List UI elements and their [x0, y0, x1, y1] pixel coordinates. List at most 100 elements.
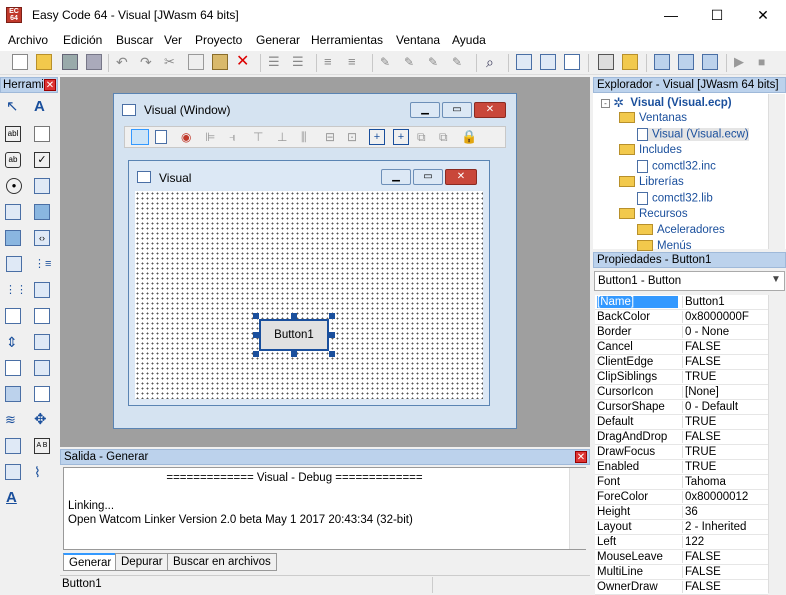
center-horizontal-icon[interactable]: ⫼	[301, 130, 307, 145]
property-row[interactable]: Left 122	[595, 535, 768, 550]
property-value[interactable]: FALSE	[682, 581, 721, 593]
code-editor-icon[interactable]	[155, 130, 167, 144]
tab-tool-icon[interactable]	[34, 282, 50, 298]
save-all-icon[interactable]	[86, 54, 102, 70]
rebar-tool-icon[interactable]: ≋	[5, 412, 21, 428]
syslink-tool-icon[interactable]: A	[6, 490, 22, 506]
property-value[interactable]: Button1	[682, 296, 725, 308]
resize-handle[interactable]	[291, 351, 297, 357]
property-row[interactable]: CursorShape 0 - Default	[595, 400, 768, 415]
resize-handle[interactable]	[291, 313, 297, 319]
menu-archivo[interactable]: Archivo	[8, 33, 48, 47]
property-value[interactable]: 0x80000012	[682, 491, 748, 503]
comment-icon[interactable]: ≡	[324, 54, 340, 70]
property-row[interactable]: Default TRUE	[595, 415, 768, 430]
new-file-icon[interactable]	[12, 54, 28, 70]
tab-depurar[interactable]: Depurar	[115, 553, 169, 571]
menu-ventana[interactable]: Ventana	[396, 33, 440, 47]
align-right-icon[interactable]: ⫣	[229, 130, 236, 145]
cut-icon[interactable]: ✂	[164, 54, 180, 70]
uncomment-icon[interactable]: ≡	[348, 54, 364, 70]
document-icon[interactable]	[564, 54, 580, 70]
close-icon[interactable]: ✕	[445, 169, 477, 185]
tree-item[interactable]: Ventanas	[619, 112, 687, 124]
resize-handle[interactable]	[253, 313, 259, 319]
tab-buscar-en-archivos[interactable]: Buscar en archivos	[167, 553, 277, 571]
project-properties-icon[interactable]	[598, 54, 614, 70]
align-bottom-icon[interactable]: ⊥	[277, 130, 287, 144]
stop-icon[interactable]: ■	[758, 54, 774, 70]
send-back-icon[interactable]: ⧉	[439, 130, 448, 145]
menu-generar[interactable]: Generar	[256, 33, 300, 47]
menu-buscar[interactable]: Buscar	[116, 33, 153, 47]
align-left-icon[interactable]: ⊫	[205, 130, 215, 144]
ipaddress-tool-icon[interactable]: ✥	[34, 412, 50, 428]
align-top-icon[interactable]: ⊤	[253, 130, 263, 144]
copy-icon[interactable]	[188, 54, 204, 70]
property-row[interactable]: CursorIcon [None]	[595, 385, 768, 400]
delete-icon[interactable]: ✕	[236, 54, 252, 70]
tree-item[interactable]: Includes	[619, 144, 682, 156]
property-value[interactable]: 0 - Default	[682, 401, 738, 413]
tree-item[interactable]: Visual (Visual.ecw)	[637, 128, 749, 141]
property-row[interactable]: ClipSiblings TRUE	[595, 370, 768, 385]
resize-handle[interactable]	[329, 313, 335, 319]
property-row[interactable]: ClientEdge FALSE	[595, 355, 768, 370]
property-value[interactable]: 0x8000000F	[682, 311, 749, 323]
rebuild-icon[interactable]	[678, 54, 694, 70]
calendar-tool-icon[interactable]	[34, 126, 50, 142]
image-tool-icon[interactable]	[5, 230, 21, 246]
menu-ver[interactable]: Ver	[164, 33, 182, 47]
redo-icon[interactable]: ↷	[140, 54, 156, 70]
resize-handle[interactable]	[253, 332, 259, 338]
splitter-tool-icon[interactable]: ⇕	[6, 334, 22, 350]
listbox-tool-icon[interactable]	[5, 204, 21, 220]
property-value[interactable]: [None]	[682, 386, 719, 398]
toolbar-tool-icon[interactable]	[34, 360, 50, 376]
find-icon[interactable]: ⌕	[486, 54, 502, 70]
animation-tool-icon[interactable]	[34, 334, 50, 350]
updown-tool-icon[interactable]: ‹›	[34, 230, 50, 246]
code-view-icon[interactable]	[540, 54, 556, 70]
minimize-button[interactable]: —	[648, 0, 694, 31]
bookmark-prev-icon[interactable]: ✎	[428, 54, 444, 70]
close-icon[interactable]: ✕	[44, 79, 56, 91]
property-value[interactable]: 2 - Inherited	[682, 521, 746, 533]
property-row[interactable]: Height 36	[595, 505, 768, 520]
scrollbar-tool-icon[interactable]	[6, 256, 22, 272]
property-value[interactable]: TRUE	[682, 371, 716, 383]
radio-tool-icon[interactable]: ●	[6, 178, 22, 194]
richedit-tool-icon[interactable]	[34, 386, 50, 402]
property-row[interactable]: Layout 2 - Inherited	[595, 520, 768, 535]
output-text[interactable]: ============= Visual - Debug ===========…	[63, 467, 586, 550]
tab-generar[interactable]: Generar	[63, 553, 118, 571]
property-value[interactable]: TRUE	[682, 446, 716, 458]
treeview-tool-icon[interactable]: ⋮≡	[34, 256, 51, 272]
checkbox-tool-icon[interactable]: ✓	[34, 152, 50, 168]
tree-item[interactable]: Aceleradores	[637, 224, 725, 236]
resize-handle[interactable]	[329, 351, 335, 357]
property-value[interactable]: 36	[682, 506, 698, 518]
record-icon[interactable]: ◉	[181, 130, 195, 144]
project-explorer-icon[interactable]	[622, 54, 638, 70]
indent-icon[interactable]: ☰	[268, 54, 284, 70]
button1-control[interactable]: Button1	[259, 319, 329, 351]
minimize-icon[interactable]: ▁	[410, 102, 440, 118]
property-row[interactable]: DrawFocus TRUE	[595, 445, 768, 460]
combobox-tool-icon[interactable]	[34, 178, 50, 194]
center-window-h-icon[interactable]: +	[369, 129, 385, 145]
pager-tool-icon[interactable]	[5, 438, 21, 454]
lock-icon[interactable]: 🔒	[461, 129, 477, 145]
property-value[interactable]: 0 - None	[682, 326, 729, 338]
object-selector[interactable]: Button1 - Button ▼	[594, 271, 785, 291]
menu-proyecto[interactable]: Proyecto	[195, 33, 242, 47]
tree-item[interactable]: Menús	[637, 240, 692, 252]
menu-ayuda[interactable]: Ayuda	[452, 33, 486, 47]
property-value[interactable]: TRUE	[682, 416, 716, 428]
bookmark-next-icon[interactable]: ✎	[404, 54, 420, 70]
property-row[interactable]: Font Tahoma	[595, 475, 768, 490]
minimize-icon[interactable]: ▁	[381, 169, 411, 185]
link-tool-icon[interactable]: ⌇	[34, 464, 50, 480]
tree-item[interactable]: Librerías	[619, 176, 684, 188]
property-row[interactable]: Enabled TRUE	[595, 460, 768, 475]
